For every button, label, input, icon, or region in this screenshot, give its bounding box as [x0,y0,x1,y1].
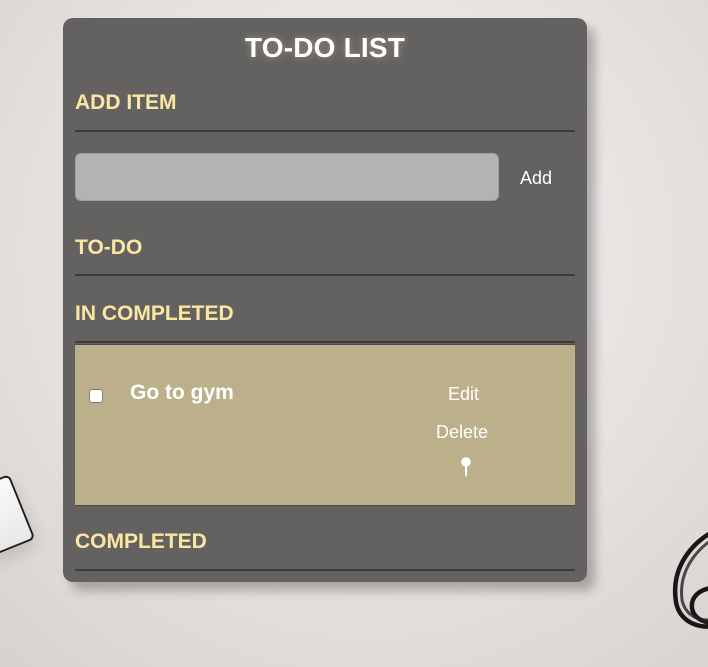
background-coil-decoration [672,531,708,629]
pin-icon[interactable] [458,456,474,480]
add-item-divider [75,130,575,132]
add-item-heading: ADD ITEM [75,91,177,114]
page-title: TO-DO LIST [244,32,406,63]
incomplete-item-panel: Go to gym Edit Delete [75,344,575,506]
incomplete-heading: IN COMPLETED [75,302,234,325]
add-button[interactable]: Add [514,168,558,189]
todo-card: TO-DO LIST ADD ITEM Add TO-DO IN COMPLET… [63,18,587,582]
new-task-input-placeholder [499,153,500,154]
background-shape-left [0,473,36,557]
todo-heading: TO-DO [75,236,143,259]
edit-button[interactable]: Edit [448,384,479,405]
task-label: Go to gym [130,381,234,404]
new-task-input[interactable] [75,153,499,201]
todo-divider [75,274,575,276]
add-input-wrapper [75,153,499,201]
completed-heading: COMPLETED [75,530,207,553]
completed-divider [75,569,575,571]
incomplete-divider [75,341,575,343]
delete-button[interactable]: Delete [436,422,488,443]
task-checkbox[interactable] [89,389,103,403]
